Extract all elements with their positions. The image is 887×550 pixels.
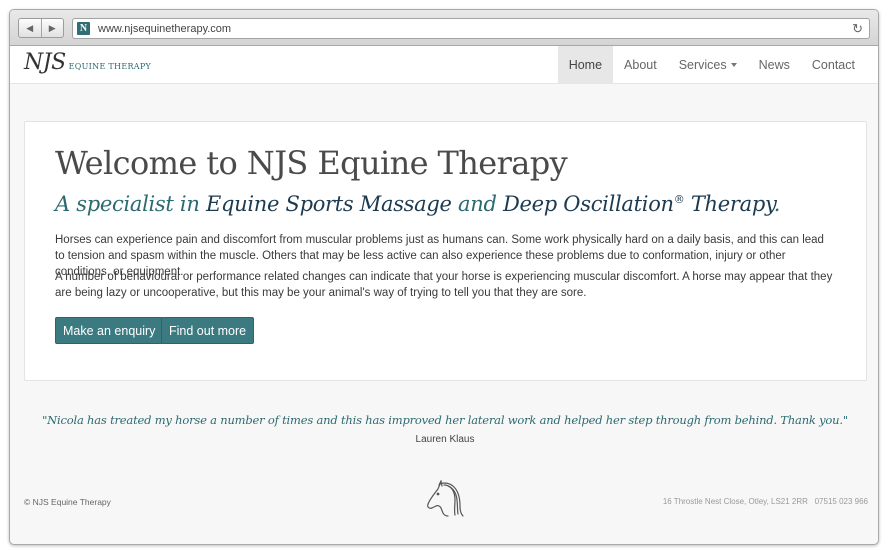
intro-paragraph-2: A number of behavioural or performance r… [55,271,833,299]
nav-item-contact[interactable]: Contact [801,46,866,84]
tagline-period: . [773,192,781,216]
back-arrow-icon[interactable]: ◀ [19,19,41,37]
nav-item-news[interactable]: News [748,46,801,84]
find-out-more-button[interactable]: Find out more [161,317,255,344]
make-enquiry-button[interactable]: Make an enquiry [55,317,164,344]
caret-down-icon [730,63,737,67]
tagline-text: and [451,192,503,216]
favicon-icon: N [77,22,90,35]
reload-icon[interactable]: ↻ [852,21,863,37]
url-text[interactable]: www.njsequinetherapy.com [98,23,231,35]
footer-phone[interactable]: 07515 023 966 [815,497,868,506]
site-logo[interactable]: NJS EQUINE THERAPY [24,50,151,75]
page-title: Welcome to NJS Equine Therapy [55,144,568,182]
hero-panel: Welcome to NJS Equine Therapy A speciali… [24,121,867,381]
brand-main: NJS [24,50,66,75]
tagline-service-2-suffix: Therapy [684,192,774,216]
brand-sub: EQUINE THERAPY [68,62,152,71]
tagline-service-2: Deep Oscillation [503,192,674,216]
testimonial-quote: "Nicola has treated my horse a number of… [42,413,848,427]
nav-item-services[interactable]: Services [668,46,748,84]
site-navbar: NJS EQUINE THERAPY Home About Services N… [10,46,878,84]
forward-arrow-icon[interactable]: ▶ [40,19,64,37]
tagline-text: A specialist in [55,192,206,216]
nav-item-about[interactable]: About [613,46,668,84]
footer-copyright: © NJS Equine Therapy [24,497,111,507]
tagline-service-1: Equine Sports Massage [205,192,452,216]
address-bar[interactable]: N www.njsequinetherapy.com ↻ [72,18,870,39]
nav-item-services-label: Services [678,58,727,72]
nav-menu: Home About Services News Contact [557,46,866,84]
browser-window: ◀ ▶ N www.njsequinetherapy.com ↻ NJS EQU… [9,9,879,545]
footer-address: 16 Throstle Nest Close, Otley, LS21 2RR [662,497,808,506]
registered-mark: ® [673,193,685,206]
horse-head-icon [427,480,464,517]
browser-toolbar: ◀ ▶ N www.njsequinetherapy.com ↻ [10,10,878,46]
testimonial-author: Lauren Klaus [415,434,475,445]
footer-contact: 16 Throstle Nest Close, Otley, LS21 2RR … [663,497,868,506]
nav-item-home[interactable]: Home [557,46,614,84]
browser-nav-buttons: ◀ ▶ [18,18,64,38]
tagline: A specialist in Equine Sports Massage an… [55,192,780,216]
